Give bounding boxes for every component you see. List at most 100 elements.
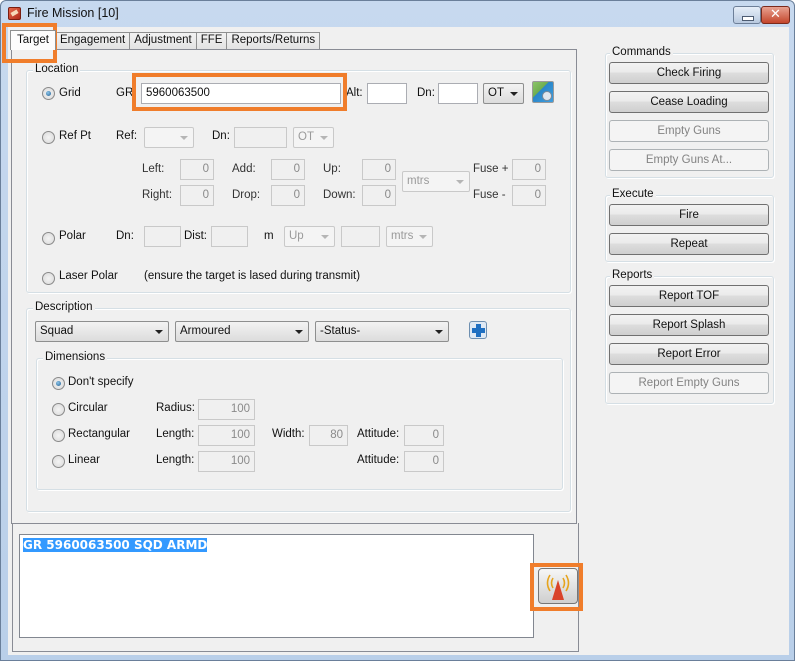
close-button[interactable]: ✕ [761, 6, 790, 24]
down-input[interactable]: 0 [362, 185, 396, 206]
grid-reference-input[interactable]: 5960063500 [141, 83, 341, 104]
target-size-value: Squad [40, 325, 74, 337]
location-group-label: Location [33, 63, 81, 75]
title-bar[interactable]: Fire Mission [10] ✕ [1, 1, 794, 27]
laser-polar-radio[interactable] [42, 272, 55, 285]
rect-width-label: Width: [272, 428, 305, 440]
commands-group-label: Commands [610, 46, 673, 58]
rect-length-label: Length: [156, 428, 195, 440]
polar-updown-select[interactable]: Up [284, 226, 335, 247]
tab-engagement[interactable]: Engagement [54, 32, 131, 49]
circular-radio[interactable] [52, 403, 65, 416]
empty-guns-at-button[interactable]: Empty Guns At... [609, 149, 769, 171]
ref-select[interactable] [144, 127, 194, 148]
report-error-button[interactable]: Report Error [609, 343, 769, 365]
chevron-down-icon [180, 136, 188, 140]
app-icon [8, 7, 21, 20]
grid-direction-input[interactable] [438, 83, 478, 104]
ref-ot-select[interactable]: OT [293, 127, 334, 148]
grid-label: Grid [59, 87, 81, 99]
grid-ot-select[interactable]: OT [483, 83, 524, 104]
drop-input[interactable]: 0 [271, 185, 305, 206]
fuse-minus-label: Fuse - [473, 189, 506, 201]
polar-units-select[interactable]: mtrs [386, 226, 433, 247]
rect-width-input[interactable]: 80 [309, 425, 348, 446]
rect-length-input[interactable]: 100 [198, 425, 255, 446]
polar-vertical-input[interactable] [341, 226, 380, 247]
tab-target[interactable]: Target [10, 30, 56, 50]
check-firing-button[interactable]: Check Firing [609, 62, 769, 84]
rect-attitude-input[interactable]: 0 [404, 425, 444, 446]
execute-group-label: Execute [610, 188, 656, 200]
metres-label: m [264, 230, 274, 242]
ref-direction-input[interactable] [234, 127, 287, 148]
transmit-button[interactable] [538, 568, 578, 604]
laser-polar-note: (ensure the target is lased during trans… [144, 270, 361, 282]
radius-input[interactable]: 100 [198, 399, 255, 420]
tab-reports-returns[interactable]: Reports/Returns [226, 32, 321, 49]
circular-label: Circular [68, 402, 108, 414]
description-group-label: Description [33, 301, 95, 313]
linear-attitude-input[interactable]: 0 [404, 451, 444, 472]
minimize-button[interactable] [733, 6, 761, 24]
rectangular-radio[interactable] [52, 429, 65, 442]
ref-units-select[interactable]: mtrs [402, 171, 470, 192]
chevron-down-icon [320, 136, 328, 140]
dimensions-group-label: Dimensions [43, 351, 108, 363]
add-label: Add: [232, 163, 256, 175]
chevron-down-icon [510, 92, 518, 96]
gr-label: GR: [116, 87, 137, 99]
fire-button[interactable]: Fire [609, 204, 769, 226]
dist-label: Dist: [184, 230, 207, 242]
map-icon[interactable] [532, 81, 554, 103]
tab-ffe[interactable]: FFE [195, 32, 228, 49]
up-input[interactable]: 0 [362, 159, 396, 180]
ref-pt-radio[interactable] [42, 131, 55, 144]
drop-label: Drop: [232, 189, 261, 201]
target-status-select[interactable]: -Status- [315, 321, 449, 342]
plus-icon[interactable] [469, 321, 487, 339]
chevron-down-icon [435, 330, 443, 334]
right-input[interactable]: 0 [180, 185, 214, 206]
fuse-plus-label: Fuse + [473, 163, 509, 175]
polar-direction-input[interactable] [144, 226, 181, 247]
linear-attitude-label: Attitude: [357, 454, 400, 466]
chevron-down-icon [419, 235, 427, 239]
left-input[interactable]: 0 [180, 159, 214, 180]
dont-specify-radio[interactable] [52, 377, 65, 390]
target-type-value: Armoured [180, 325, 231, 337]
tab-adjustment[interactable]: Adjustment [129, 32, 197, 49]
linear-radio[interactable] [52, 455, 65, 468]
cease-loading-button[interactable]: Cease Loading [609, 91, 769, 113]
grid-ot-value: OT [488, 87, 504, 99]
alt-label: Alt: [346, 87, 363, 99]
up-label: Up: [323, 163, 341, 175]
add-input[interactable]: 0 [271, 159, 305, 180]
target-type-select[interactable]: Armoured [175, 321, 309, 342]
target-size-select[interactable]: Squad [35, 321, 169, 342]
fuse-plus-input[interactable]: 0 [512, 159, 546, 180]
fuse-minus-input[interactable]: 0 [512, 185, 546, 206]
polar-distance-input[interactable] [211, 226, 248, 247]
repeat-button[interactable]: Repeat [609, 233, 769, 255]
report-empty-guns-button[interactable]: Report Empty Guns [609, 372, 769, 394]
report-splash-button[interactable]: Report Splash [609, 314, 769, 336]
window-title: Fire Mission [10] [27, 6, 119, 20]
empty-guns-button[interactable]: Empty Guns [609, 120, 769, 142]
linear-length-input[interactable]: 100 [198, 451, 255, 472]
polar-dn-label: Dn: [116, 230, 134, 242]
close-icon: ✕ [770, 7, 781, 22]
altitude-input[interactable] [367, 83, 407, 104]
chevron-down-icon [456, 180, 464, 184]
ref-pt-label: Ref Pt [59, 130, 91, 142]
ref-dn-label: Dn: [212, 130, 230, 142]
linear-length-label: Length: [156, 454, 195, 466]
ref-ot-value: OT [298, 131, 314, 143]
target-tab-panel: Location Description Dimensions [11, 49, 577, 524]
laser-polar-label: Laser Polar [59, 270, 118, 282]
polar-radio[interactable] [42, 232, 55, 245]
ref-label: Ref: [116, 130, 138, 142]
grid-radio[interactable] [42, 87, 55, 100]
message-output[interactable]: GR 5960063500 SQD ARMD [19, 534, 534, 638]
report-tof-button[interactable]: Report TOF [609, 285, 769, 307]
